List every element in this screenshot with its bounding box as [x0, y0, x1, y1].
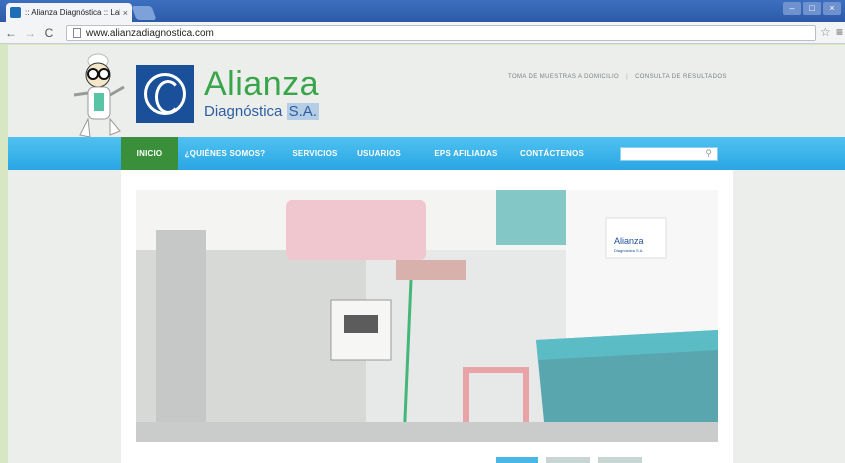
- browser-tab[interactable]: :: Alianza Diagnóstica :: Lab ×: [6, 3, 132, 22]
- back-button[interactable]: ←: [3, 26, 19, 40]
- tab-title: :: Alianza Diagnóstica :: Lab: [25, 8, 120, 17]
- brand-logo-icon[interactable]: [136, 65, 194, 123]
- slider-thumb-3[interactable]: [598, 457, 642, 463]
- nav-item-inicio[interactable]: INICIO: [121, 137, 178, 170]
- nav-item-eps-afiliadas[interactable]: EPS AFILIADAS: [426, 137, 506, 170]
- nav-item-quienes-somos[interactable]: ¿QUIÉNES SOMOS?: [180, 137, 270, 170]
- nav-item-contactenos[interactable]: CONTÁCTENOS: [516, 137, 588, 170]
- nav-item-usuarios[interactable]: USUARIOS: [350, 137, 408, 170]
- brand-name[interactable]: Alianza: [204, 65, 319, 104]
- new-tab-button[interactable]: [131, 6, 157, 20]
- search-input[interactable]: ⚲: [620, 147, 718, 161]
- brand-subtitle: Diagnóstica S.A.: [204, 103, 319, 120]
- top-links: TOMA DE MUESTRAS A DOMICILIO | CONSULTA …: [508, 74, 727, 80]
- browser-toolbar: ← → C www.alianzadiagnostica.com: [0, 22, 845, 44]
- address-bar[interactable]: www.alianzadiagnostica.com: [66, 25, 816, 41]
- web-page: Alianza Diagnóstica S.A. TOMA DE MUESTRA…: [8, 45, 845, 463]
- lab-coat-subtitle: Diagnóstica S.A.: [614, 248, 644, 253]
- home-sampling-link[interactable]: TOMA DE MUESTRAS A DOMICILIO: [508, 74, 619, 80]
- favicon-icon: [10, 7, 21, 18]
- search-icon[interactable]: ⚲: [705, 148, 712, 159]
- content-panel: Alianza Diagnóstica S.A.: [121, 170, 733, 463]
- maximize-button[interactable]: □: [803, 2, 821, 15]
- minimize-button[interactable]: –: [783, 2, 801, 15]
- tab-close-button[interactable]: ×: [123, 8, 128, 18]
- brand-subtitle-text: Diagnóstica: [204, 103, 283, 120]
- reload-button[interactable]: C: [41, 26, 57, 40]
- nav-item-servicios[interactable]: SERVICIOS: [286, 137, 344, 170]
- browser-tab-bar: :: Alianza Diagnóstica :: Lab × – □ ×: [0, 0, 845, 22]
- slider-thumbnails: [496, 457, 642, 463]
- mascot-illustration: [73, 53, 125, 138]
- window-controls: – □ ×: [783, 2, 841, 15]
- brand-subtitle-sa: S.A.: [286, 103, 319, 120]
- page-icon: [73, 28, 81, 38]
- forward-button[interactable]: →: [22, 26, 38, 40]
- lab-coat-brand: Alianza: [614, 236, 644, 246]
- top-links-separator: |: [626, 74, 629, 80]
- results-link[interactable]: CONSULTA DE RESULTADOS: [635, 74, 727, 80]
- hero-image-lab[interactable]: Alianza Diagnóstica S.A.: [136, 190, 718, 442]
- bookmark-star-icon[interactable]: ☆: [820, 25, 831, 39]
- address-text: www.alianzadiagnostica.com: [86, 27, 214, 39]
- close-window-button[interactable]: ×: [823, 2, 841, 15]
- browser-menu-icon[interactable]: ≡: [836, 25, 843, 39]
- main-nav: INICIO ¿QUIÉNES SOMOS? SERVICIOS USUARIO…: [8, 137, 845, 170]
- slider-thumb-2[interactable]: [546, 457, 590, 463]
- slider-thumb-1[interactable]: [496, 457, 538, 463]
